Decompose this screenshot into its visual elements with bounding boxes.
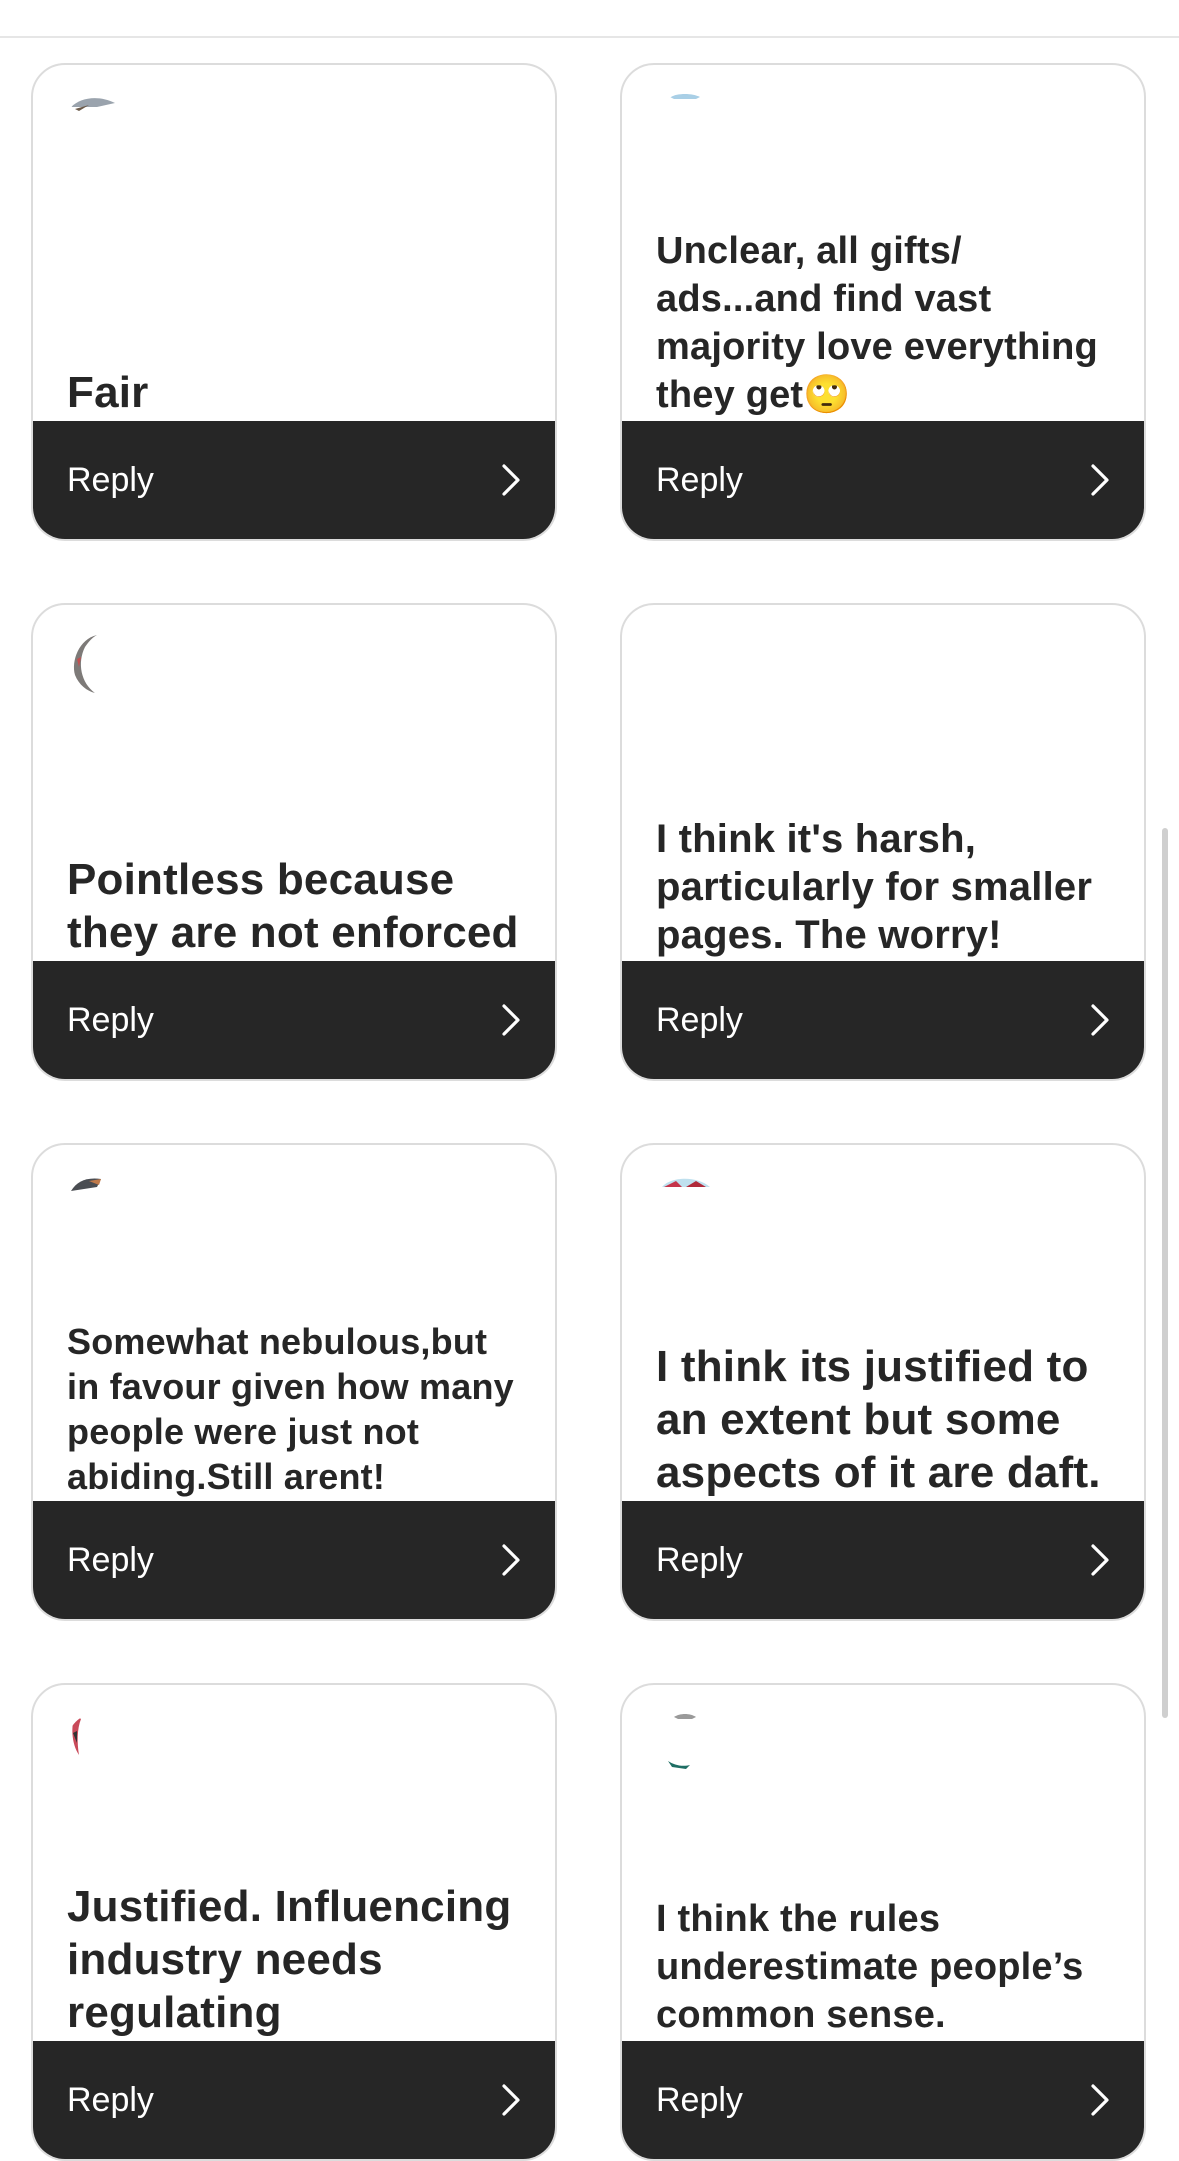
response-text: I think the rules underestimate people’s… [656, 1898, 1084, 2036]
avatar [67, 1173, 127, 1233]
reply-label: Reply [656, 460, 743, 499]
avatar [656, 1173, 716, 1233]
reply-label: Reply [67, 1000, 154, 1039]
chevron-right-icon [1091, 2084, 1109, 2116]
reply-label: Reply [67, 1540, 154, 1579]
avatar [656, 93, 716, 153]
avatar [67, 1713, 127, 1773]
chevron-right-icon [1091, 464, 1109, 496]
response-text: Somewhat nebulous,but in favour given ho… [67, 1321, 514, 1497]
chevron-right-icon [502, 1004, 520, 1036]
response-text: Unclear, all gifts/ ads...and find vast … [656, 230, 1098, 416]
scrollbar[interactable] [1162, 828, 1168, 1718]
reply-button[interactable]: Reply [33, 1501, 555, 1619]
chevron-right-icon [502, 1544, 520, 1576]
reply-label: Reply [67, 2080, 154, 2119]
avatar [67, 93, 127, 153]
header-divider [0, 36, 1179, 38]
reply-button[interactable]: Reply [33, 421, 555, 539]
chevron-right-icon [1091, 1004, 1109, 1036]
reply-label: Reply [656, 1540, 743, 1579]
response-card-6: I think its justified to an extent but s… [620, 1143, 1146, 1621]
response-text: I think its justified to an extent but s… [656, 1342, 1101, 1497]
response-card-2: Unclear, all gifts/ ads...and find vast … [620, 63, 1146, 541]
response-text: Fair [67, 368, 149, 417]
reply-button[interactable]: Reply [33, 2041, 555, 2159]
reply-label: Reply [656, 2080, 743, 2119]
response-card-5: Somewhat nebulous,but in favour given ho… [31, 1143, 557, 1621]
response-text: Justified. Influencing industry needs re… [67, 1882, 512, 2037]
reply-button[interactable]: Reply [622, 2041, 1144, 2159]
reply-button[interactable]: Reply [622, 1501, 1144, 1619]
response-card-3: Pointless because they are not enforced … [31, 603, 557, 1081]
response-card-8: I think the rules underestimate people’s… [620, 1683, 1146, 2161]
avatar [67, 633, 127, 693]
response-text: I think it's harsh, particularly for sma… [656, 817, 1093, 957]
reply-button[interactable]: Reply [622, 961, 1144, 1079]
chevron-right-icon [502, 2084, 520, 2116]
response-card-7: Justified. Influencing industry needs re… [31, 1683, 557, 2161]
reply-label: Reply [67, 460, 154, 499]
response-card-4: I think it's harsh, particularly for sma… [620, 603, 1146, 1081]
avatar [656, 633, 716, 693]
avatar [656, 1713, 716, 1773]
reply-button[interactable]: Reply [622, 421, 1144, 539]
chevron-right-icon [1091, 1544, 1109, 1576]
chevron-right-icon [502, 464, 520, 496]
response-card-1: Fair Reply [31, 63, 557, 541]
reply-label: Reply [656, 1000, 743, 1039]
reply-button[interactable]: Reply [33, 961, 555, 1079]
response-text: Pointless because they are not enforced [67, 855, 519, 957]
